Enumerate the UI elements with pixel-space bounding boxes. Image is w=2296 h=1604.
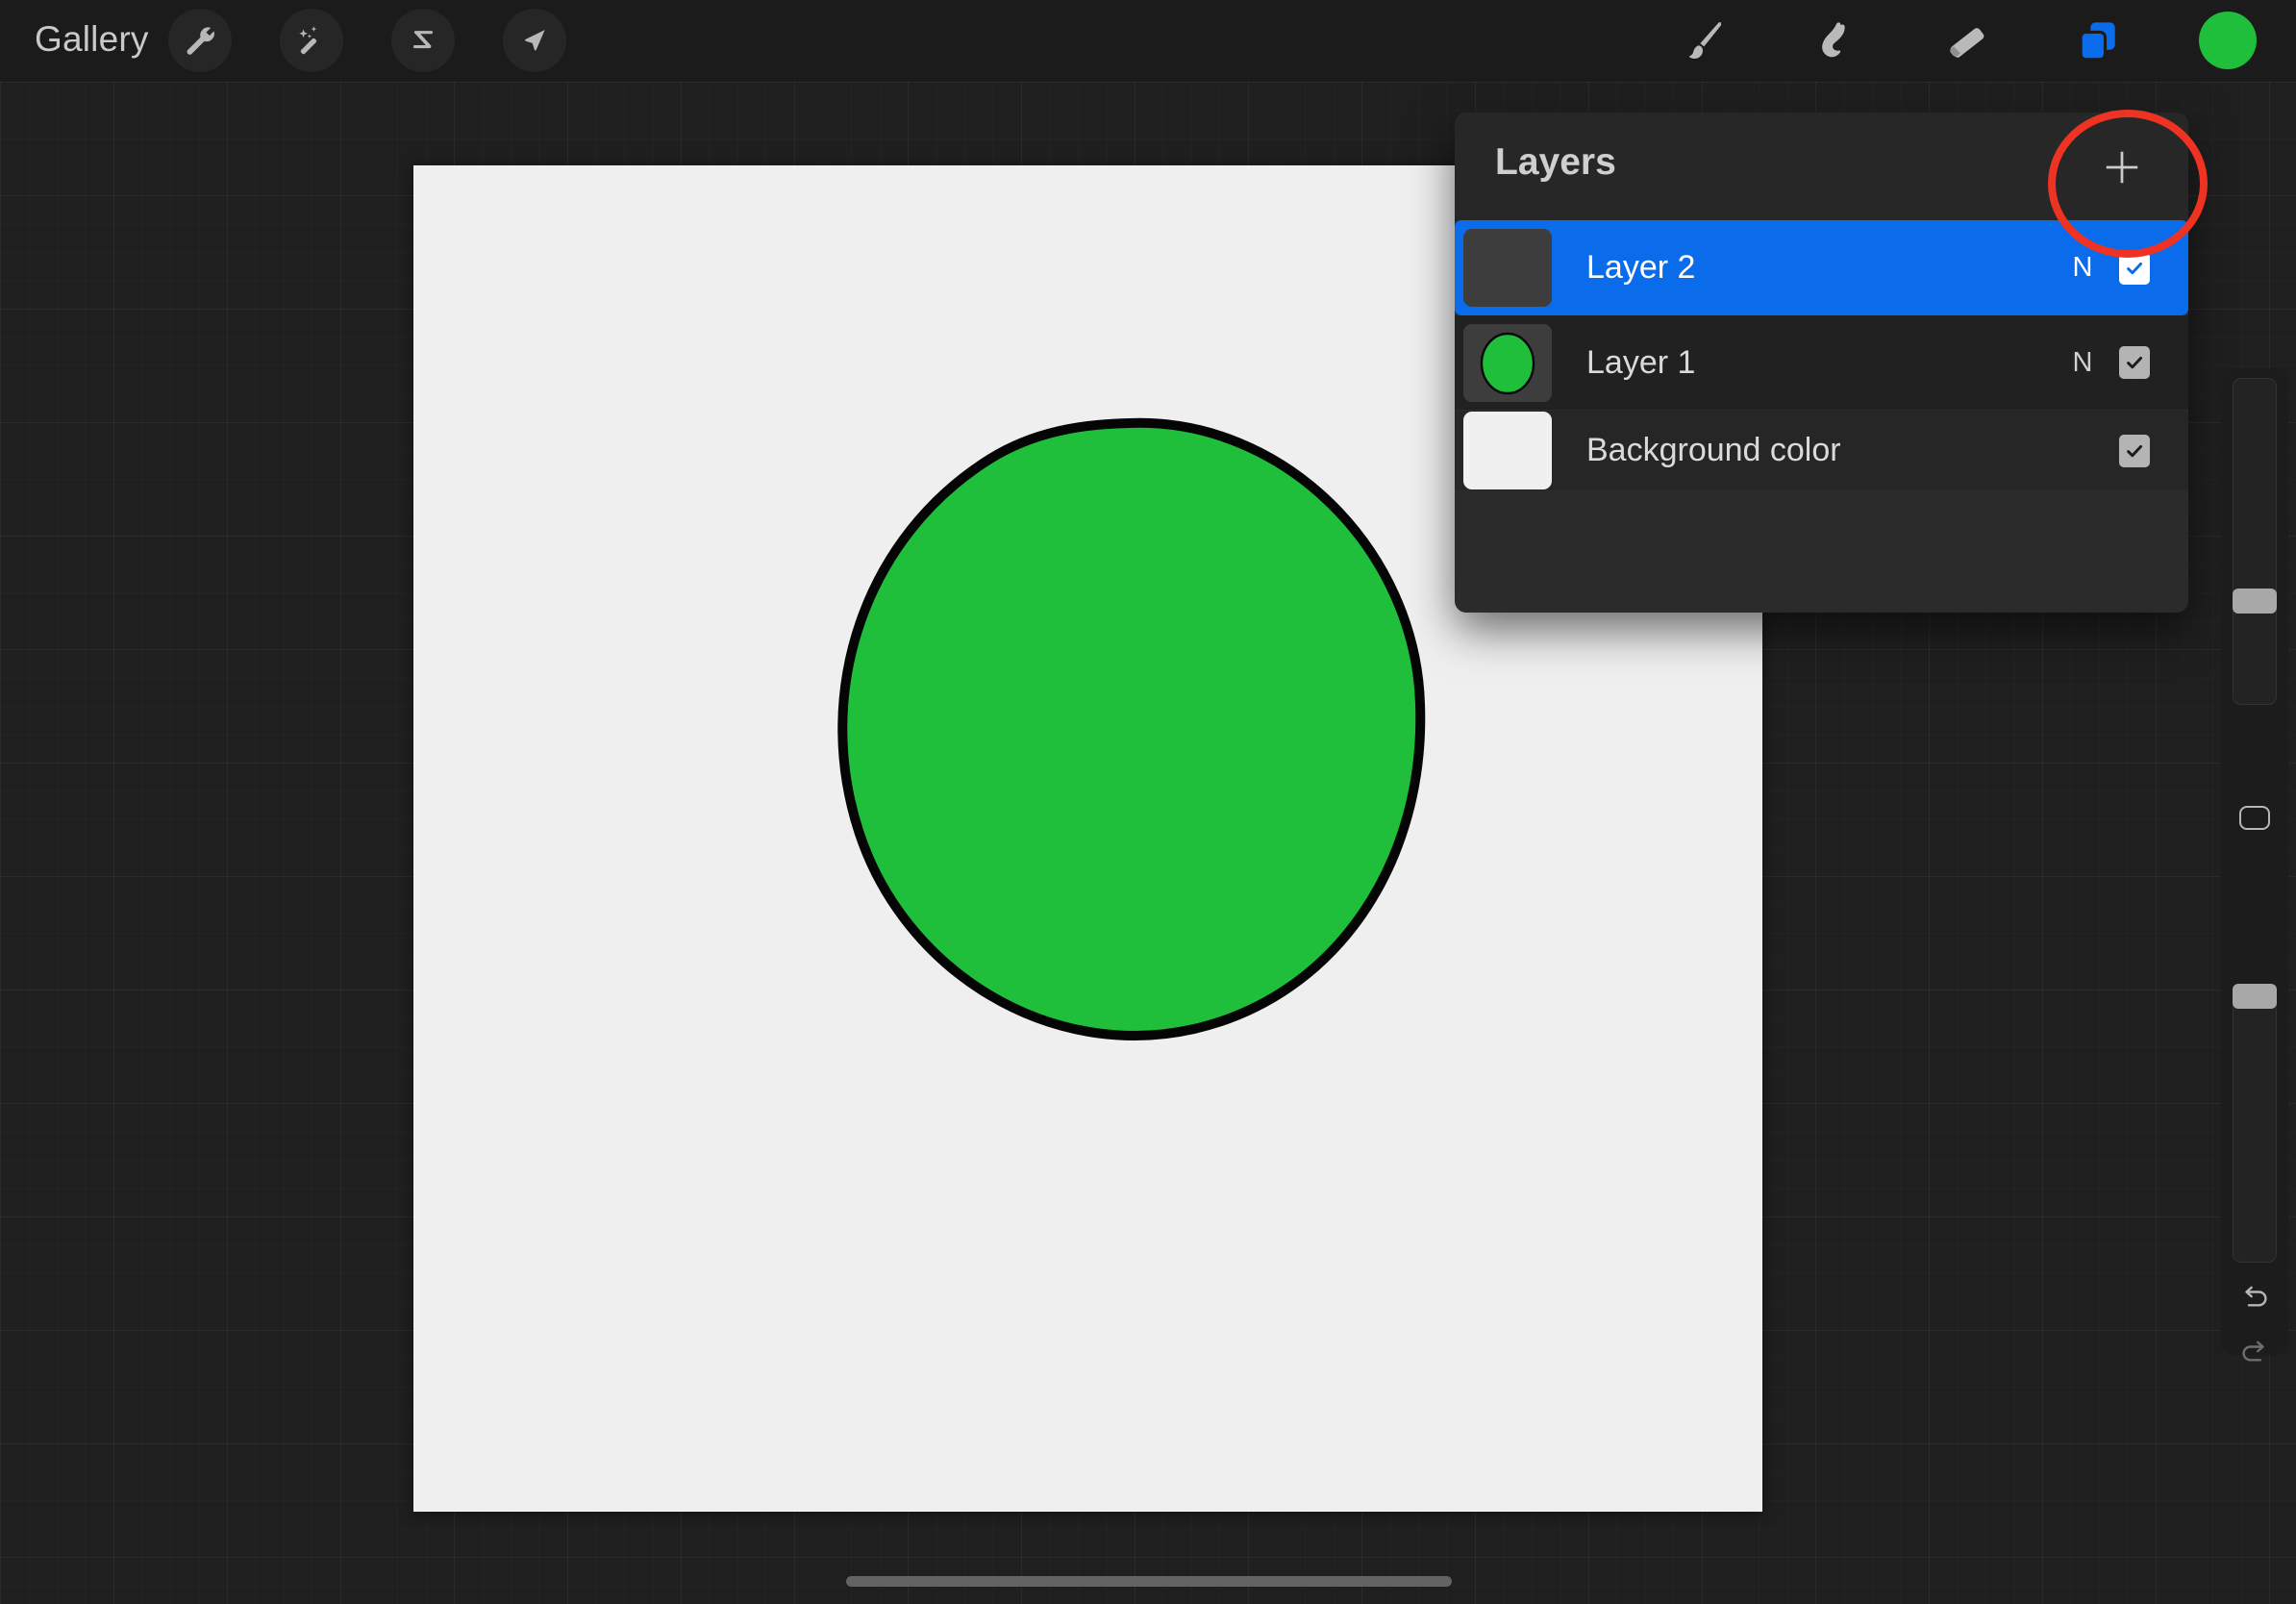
layer-visibility-checkbox[interactable]	[2119, 435, 2150, 467]
eraser-icon	[1943, 17, 1991, 65]
layer-name-label: Layer 2	[1586, 249, 2058, 287]
redo-arrow-icon	[2235, 1337, 2274, 1371]
checkmark-icon	[2124, 440, 2145, 462]
thumbnail-ellipse-icon	[1463, 324, 1552, 402]
home-indicator	[846, 1576, 1452, 1587]
procreate-app-window: Gallery	[0, 0, 2296, 1604]
layers-panel-header: Layers	[1455, 113, 2188, 220]
undo-arrow-icon	[2235, 1282, 2274, 1316]
right-sidebar	[2221, 368, 2288, 1355]
layers-panel-title: Layers	[1495, 141, 1616, 184]
paint-brush-button[interactable]	[1660, 0, 1752, 82]
transform-arrow-button[interactable]	[503, 9, 566, 72]
opacity-slider[interactable]	[2233, 984, 2277, 1263]
layers-panel: Layers Layer 2 N	[1455, 113, 2188, 613]
layer-name-label: Background color	[1586, 432, 2058, 469]
transform-arrow-icon	[518, 24, 551, 57]
brush-size-slider-thumb[interactable]	[2233, 589, 2277, 614]
blend-mode-label[interactable]: N	[2058, 347, 2108, 379]
layer-visibility-checkbox[interactable]	[2119, 346, 2150, 379]
layer-thumbnail-empty[interactable]	[1463, 229, 1552, 307]
checkmark-icon	[2124, 352, 2145, 373]
top-toolbar: Gallery	[0, 0, 2296, 82]
selection-icon	[407, 24, 439, 57]
checkmark-icon	[2124, 258, 2145, 279]
selection-button[interactable]	[391, 9, 455, 72]
add-layer-button[interactable]	[2092, 138, 2152, 197]
undo-button[interactable]	[2232, 1277, 2278, 1321]
smudge-icon	[1811, 16, 1861, 66]
layers-button[interactable]	[2052, 0, 2144, 82]
layer-visibility-checkbox[interactable]	[2119, 252, 2150, 285]
layer-row-layer-1[interactable]: Layer 1 N	[1455, 315, 2188, 411]
layer-name-label: Layer 1	[1586, 344, 2058, 382]
actions-wrench-icon	[183, 23, 217, 58]
adjustments-wand-button[interactable]	[280, 9, 343, 72]
paint-brush-icon	[1681, 16, 1731, 66]
gallery-button[interactable]: Gallery	[35, 19, 149, 60]
layer-thumbnail-green-ellipse[interactable]	[1463, 324, 1552, 402]
brush-size-slider[interactable]	[2233, 378, 2277, 705]
layer-row-background-color[interactable]: Background color	[1455, 411, 2188, 491]
plus-icon	[2098, 143, 2146, 191]
actions-wrench-button[interactable]	[168, 9, 232, 72]
blend-mode-label[interactable]: N	[2058, 252, 2108, 284]
opacity-slider-thumb[interactable]	[2233, 984, 2277, 1009]
color-swatch[interactable]	[2199, 12, 2257, 69]
layer-row-layer-2[interactable]: Layer 2 N	[1455, 220, 2188, 315]
modify-button[interactable]	[2239, 806, 2270, 830]
hand-drawn-ellipse-shape	[842, 423, 1420, 1036]
smudge-button[interactable]	[1790, 0, 1883, 82]
adjustments-wand-icon	[294, 23, 329, 58]
redo-button[interactable]	[2232, 1332, 2278, 1376]
layers-icon	[2074, 17, 2122, 65]
eraser-button[interactable]	[1921, 0, 2013, 82]
layer-thumbnail-white[interactable]	[1463, 412, 1552, 489]
